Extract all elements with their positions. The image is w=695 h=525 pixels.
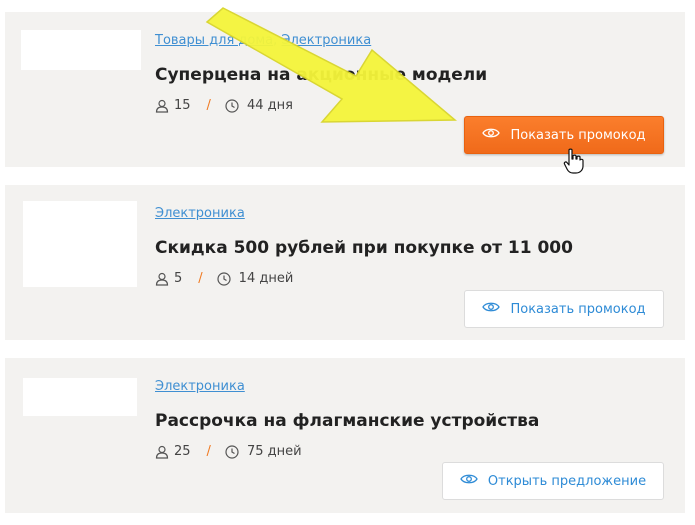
user-icon: [155, 272, 169, 286]
button-label: Показать промокод: [510, 127, 646, 143]
meta-separator: /: [198, 271, 203, 286]
button-label: Показать промокод: [510, 301, 646, 317]
clock-icon: [217, 271, 231, 286]
offer-title[interactable]: Скидка 500 рублей при покупке от 11 000: [155, 238, 573, 258]
clock-icon: [225, 444, 239, 459]
offer-title[interactable]: Суперцена на акционные модели: [155, 65, 487, 85]
offer-card-2: Электроника Скидка 500 рублей при покупк…: [5, 185, 685, 340]
category-links: Электроника: [155, 379, 245, 394]
category-link-electronics[interactable]: Электроника: [155, 206, 245, 221]
store-logo: [21, 30, 141, 70]
show-promocode-button[interactable]: Показать промокод: [464, 116, 664, 154]
user-icon: [155, 445, 169, 459]
uses-count: 25: [174, 444, 191, 459]
offer-card-1: Товары для дома, Электроника Суперцена н…: [5, 12, 685, 167]
uses-count: 5: [174, 271, 183, 286]
offer-meta: 5 / 14 дней: [155, 271, 293, 286]
offer-card-3: Электроника Рассрочка на флагманские уст…: [5, 358, 685, 513]
days-left: 75 дней: [246, 444, 302, 459]
offer-meta: 15 / 44 дня: [155, 98, 293, 113]
open-offer-button[interactable]: Открыть предложение: [442, 462, 664, 500]
clock-icon: [225, 98, 239, 113]
category-link-home-goods[interactable]: Товары для дома: [155, 33, 273, 48]
days-left: 14 дней: [238, 271, 294, 286]
meta-separator: /: [206, 444, 211, 459]
user-icon: [155, 99, 169, 113]
store-logo: [23, 201, 137, 287]
eye-icon: [482, 127, 501, 143]
offer-title[interactable]: Рассрочка на флагманские устройства: [155, 411, 539, 431]
offer-meta: 25 / 75 дней: [155, 444, 302, 459]
eye-icon: [460, 473, 478, 489]
uses-count: 15: [174, 98, 191, 113]
category-links: Товары для дома, Электроника: [155, 33, 371, 48]
category-link-electronics[interactable]: Электроника: [155, 379, 245, 394]
button-label: Открыть предложение: [487, 473, 647, 489]
category-separator: ,: [273, 33, 278, 48]
category-link-electronics[interactable]: Электроника: [281, 33, 371, 48]
category-links: Электроника: [155, 206, 245, 221]
meta-separator: /: [206, 98, 211, 113]
days-left: 44 дня: [246, 98, 293, 113]
eye-icon: [482, 301, 501, 317]
store-logo: [23, 378, 137, 416]
show-promocode-button[interactable]: Показать промокод: [464, 290, 664, 328]
